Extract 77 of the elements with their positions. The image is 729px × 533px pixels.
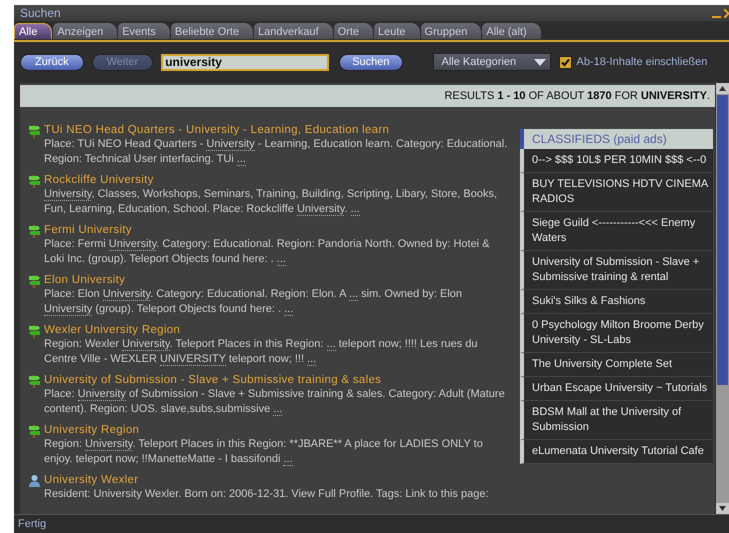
caret-icon [534,58,546,66]
result-title[interactable]: Rockcliffe University [44,173,514,187]
link[interactable]: University [296,203,344,216]
signpost-icon [28,374,41,388]
link[interactable]: University [206,138,255,151]
result-title[interactable]: Elon University [44,273,514,287]
close-icon[interactable] [724,8,729,18]
link[interactable]: ... [276,253,286,266]
signpost-icon [28,124,41,138]
tab[interactable]: Landverkauf [254,23,333,39]
tab[interactable]: Anzeigen [53,23,118,39]
link[interactable]: University [44,188,92,201]
tab[interactable]: Alle [14,23,52,39]
tab[interactable]: Events [118,23,170,39]
classifieds-header: CLASSIFIEDS (paid ads) [520,129,713,149]
result-description: Place: TUi NEO Head Quarters - University - Learning, Education learn. Category: Educational. Region: Technical User interfacing. TUi ... [44,137,508,167]
signpost-icon [28,324,41,338]
signpost-icon [28,224,41,238]
scroll-down-icon[interactable] [716,503,729,514]
tab[interactable]: Orte [334,23,374,39]
classified-item[interactable]: Suki's Silks & Fashions [520,290,713,314]
classified-item[interactable]: 0--> $$$ 10L$ PER 10MIN $$$ <--0 [520,149,713,173]
signpost-icon [28,274,41,288]
person-icon [28,474,41,488]
link[interactable]: University [84,438,132,451]
result-title[interactable]: University Region [44,423,514,437]
checkbox-label: Ab-18-Inhalte einschließen [576,56,708,68]
result-description: University, Classes, Workshops, Seminars, Training, Building, Scripting, Libary, Store, Books, Fun, Learning, Education, School. Place: Rockcliffe University. ... [44,187,498,217]
result-title[interactable]: University Wexler [44,473,493,487]
signpost-icon [28,174,41,188]
result-description: Resident: University Wexler. Born on: 2006-12-31. View Full Profile. Tags: Link to this page: [44,487,490,502]
result-description: Region: Wexler University. Teleport Places in this Region: ... teleport now; !!!! Les rues du Centre Ville - WEXLER UNIVERSITY teleport now; !!! ... [44,337,479,367]
link[interactable]: University [78,388,126,401]
classified-item[interactable]: The University Complete Set [520,353,713,377]
link[interactable]: ... [307,353,316,366]
result-description: Place: Elon University. Category: Educational. Region: Elon. A ... sim. Owned by: Elon University (group). Teleport Objects found here: . ... [44,287,464,317]
scrollbar[interactable] [716,83,729,514]
signpost-icon [28,424,41,438]
link[interactable]: University [122,338,170,351]
result-title[interactable]: TUi NEO Head Quarters - University - Learning, Education learn [44,123,514,137]
link[interactable]: ... [284,303,294,316]
link[interactable]: University [102,288,150,301]
classified-item[interactable]: eLumenata University Tutorial Cafe [520,440,713,464]
status-text: Fertig [14,514,729,533]
category-dropdown[interactable]: Alle Kategorien [432,53,551,71]
result-title[interactable]: Fermi University [44,223,514,237]
result-description: Place: University of Submission - Slave + Submissive training & sales. Category: Adult (Mature content). Region: UOS. slave,subs,submissive ... [44,387,506,417]
tab[interactable]: Gruppen [420,23,482,39]
classified-item[interactable]: Urban Escape University ~ Tutorials [520,377,713,401]
link[interactable]: ... [273,403,282,416]
search-field[interactable]: university [161,54,330,70]
link[interactable]: UNIVERSITY [160,353,226,366]
tab[interactable]: Leute [374,23,420,39]
search-button[interactable]: Suchen [339,54,403,70]
result-description: Place: Fermi University. Category: Educational. Region: Pandoria North. Owned by: Hotei & Loki Inc. (group). Teleport Objects found here: . ... [44,237,491,267]
results-header: RESULTS 1 - 10 OF ABOUT 1870 FOR UNIVERSITY. [20,85,715,107]
link[interactable]: ... [350,203,360,216]
link[interactable]: University [44,303,92,316]
classified-item[interactable]: 0 Psychology Milton Broome Derby University - SL-Labs [520,314,713,353]
result-title[interactable]: Wexler University Region [44,323,514,337]
classified-item[interactable]: University of Submission - Slave + Submissive training & rental [520,251,713,290]
link[interactable]: ... [283,453,293,466]
result-title[interactable]: University of Submission - Slave + Submissive training & sales [44,373,514,387]
link[interactable]: University [108,238,156,251]
classified-item[interactable]: BDSM Mall at the University of Submission [520,401,713,440]
back-button[interactable]: Zurück [20,54,84,70]
scroll-up-icon[interactable] [716,83,729,94]
tab[interactable]: Alle (alt) [482,23,541,39]
link[interactable]: ... [326,338,336,351]
result-description: Region: University. Teleport Places in this Region: **JBARE** A place for LADIES ONLY to enjoy. teleport now; !!ManetteMatte - I bassifondi ... [44,437,484,467]
checkbox[interactable] [558,56,572,68]
window-title: Suchen [20,6,61,20]
link[interactable]: ... [236,153,246,166]
classified-item[interactable]: Siege Guild <-----------<<< Enemy Waters [520,212,713,251]
link[interactable]: ... [348,288,358,301]
tab[interactable]: Beliebte Orte [170,23,254,39]
classified-item[interactable]: BUY TELEVISIONS HDTV CINEMA RADIOS [520,173,713,212]
